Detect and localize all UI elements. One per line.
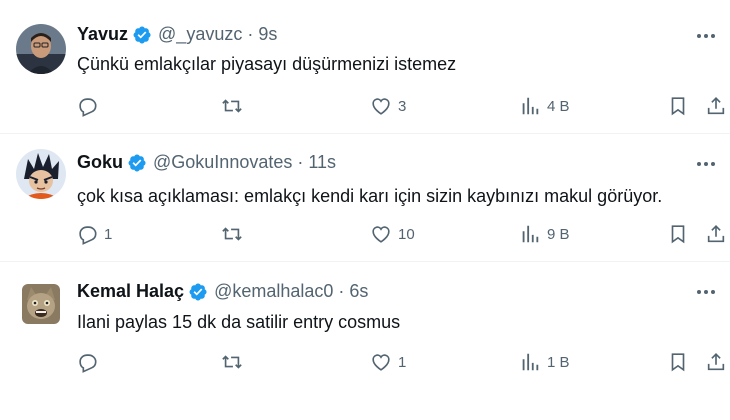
share-icon xyxy=(707,353,725,371)
avatar[interactable] xyxy=(22,284,60,324)
timestamp[interactable]: 11s xyxy=(308,152,336,173)
author-name[interactable]: Goku xyxy=(77,152,123,173)
verified-badge-icon xyxy=(188,282,208,302)
tweet[interactable]: Kemal Halaç @kemalhalac0 · 6s Ilani payl… xyxy=(0,262,730,420)
share-button[interactable] xyxy=(705,350,727,374)
tweet[interactable]: Goku @GokuInnovates · 11s çok kısa açıkl… xyxy=(0,134,730,262)
retweet-button[interactable] xyxy=(221,350,249,374)
views-chart-icon xyxy=(522,225,539,243)
tweet-text: Çünkü emlakçılar piyasayı düşürmenizi is… xyxy=(77,54,457,74)
heart-icon xyxy=(372,226,390,243)
more-options-icon[interactable] xyxy=(692,26,720,46)
like-button[interactable]: 10 xyxy=(370,222,415,246)
tweet-text: Ilani paylas 15 dk da satilir entry cosm… xyxy=(77,312,401,332)
separator: · xyxy=(338,281,345,301)
tweet-actions: 1 1 B xyxy=(76,350,726,374)
separator: · xyxy=(297,152,304,172)
share-icon xyxy=(707,97,725,115)
author-handle[interactable]: @kemalhalac0 xyxy=(214,281,333,302)
verified-badge-icon xyxy=(127,153,147,173)
heart-icon xyxy=(372,354,390,371)
more-options-icon[interactable] xyxy=(692,282,720,302)
separator: · xyxy=(247,24,254,44)
bookmark-button[interactable] xyxy=(667,222,689,246)
views-chart-icon xyxy=(522,97,539,115)
retweet-button[interactable] xyxy=(221,94,249,118)
avatar[interactable] xyxy=(16,24,66,74)
timestamp[interactable]: 6s xyxy=(349,281,368,302)
retweet-icon xyxy=(222,355,242,369)
bookmark-icon xyxy=(671,225,685,244)
tweet-actions: 3 4 B xyxy=(76,94,726,118)
reply-icon xyxy=(79,226,97,245)
view-count: 4 B xyxy=(547,97,570,115)
share-button[interactable] xyxy=(705,94,727,118)
share-button[interactable] xyxy=(705,222,727,246)
verified-badge-icon xyxy=(132,25,152,45)
view-count: 9 B xyxy=(547,225,570,243)
like-button[interactable]: 3 xyxy=(370,94,406,118)
reply-button[interactable] xyxy=(76,94,104,118)
retweet-icon xyxy=(222,227,242,241)
views-button[interactable]: 9 B xyxy=(519,222,570,246)
reply-icon xyxy=(79,98,97,117)
views-button[interactable]: 1 B xyxy=(519,350,570,374)
view-count: 1 B xyxy=(547,353,570,371)
like-count: 3 xyxy=(398,97,407,115)
heart-icon xyxy=(372,98,390,115)
more-options-icon[interactable] xyxy=(692,154,720,174)
retweet-button[interactable] xyxy=(221,222,249,246)
author-handle[interactable]: @_yavuzc xyxy=(158,24,242,45)
share-icon xyxy=(707,225,725,243)
tweet-actions: 1 10 9 B xyxy=(76,222,726,246)
tweet-header: Yavuz @_yavuzc · 9s xyxy=(77,24,277,45)
bookmark-button[interactable] xyxy=(667,350,689,374)
reply-button[interactable]: 1 xyxy=(76,222,112,246)
avatar[interactable] xyxy=(16,149,66,199)
bookmark-button[interactable] xyxy=(667,94,689,118)
author-name[interactable]: Yavuz xyxy=(77,24,128,45)
author-name[interactable]: Kemal Halaç xyxy=(77,281,184,302)
tweet-header: Kemal Halaç @kemalhalac0 · 6s xyxy=(77,281,368,302)
tweet[interactable]: Yavuz @_yavuzc · 9s Çünkü emlakçılar piy… xyxy=(0,0,730,134)
timestamp[interactable]: 9s xyxy=(258,24,277,45)
author-handle[interactable]: @GokuInnovates xyxy=(153,152,292,173)
like-button[interactable]: 1 xyxy=(370,350,406,374)
retweet-icon xyxy=(222,99,242,113)
views-chart-icon xyxy=(522,353,539,371)
like-count: 1 xyxy=(398,353,407,371)
views-button[interactable]: 4 B xyxy=(519,94,570,118)
reply-count: 1 xyxy=(104,225,113,243)
tweet-text: çok kısa açıklaması: emlakçı kendi karı … xyxy=(77,186,663,206)
reply-icon xyxy=(79,354,97,373)
tweet-header: Goku @GokuInnovates · 11s xyxy=(77,152,336,173)
bookmark-icon xyxy=(671,353,685,372)
reply-button[interactable] xyxy=(76,350,104,374)
timeline-feed: Yavuz @_yavuzc · 9s Çünkü emlakçılar piy… xyxy=(0,0,730,420)
like-count: 10 xyxy=(398,225,415,243)
bookmark-icon xyxy=(671,97,685,116)
